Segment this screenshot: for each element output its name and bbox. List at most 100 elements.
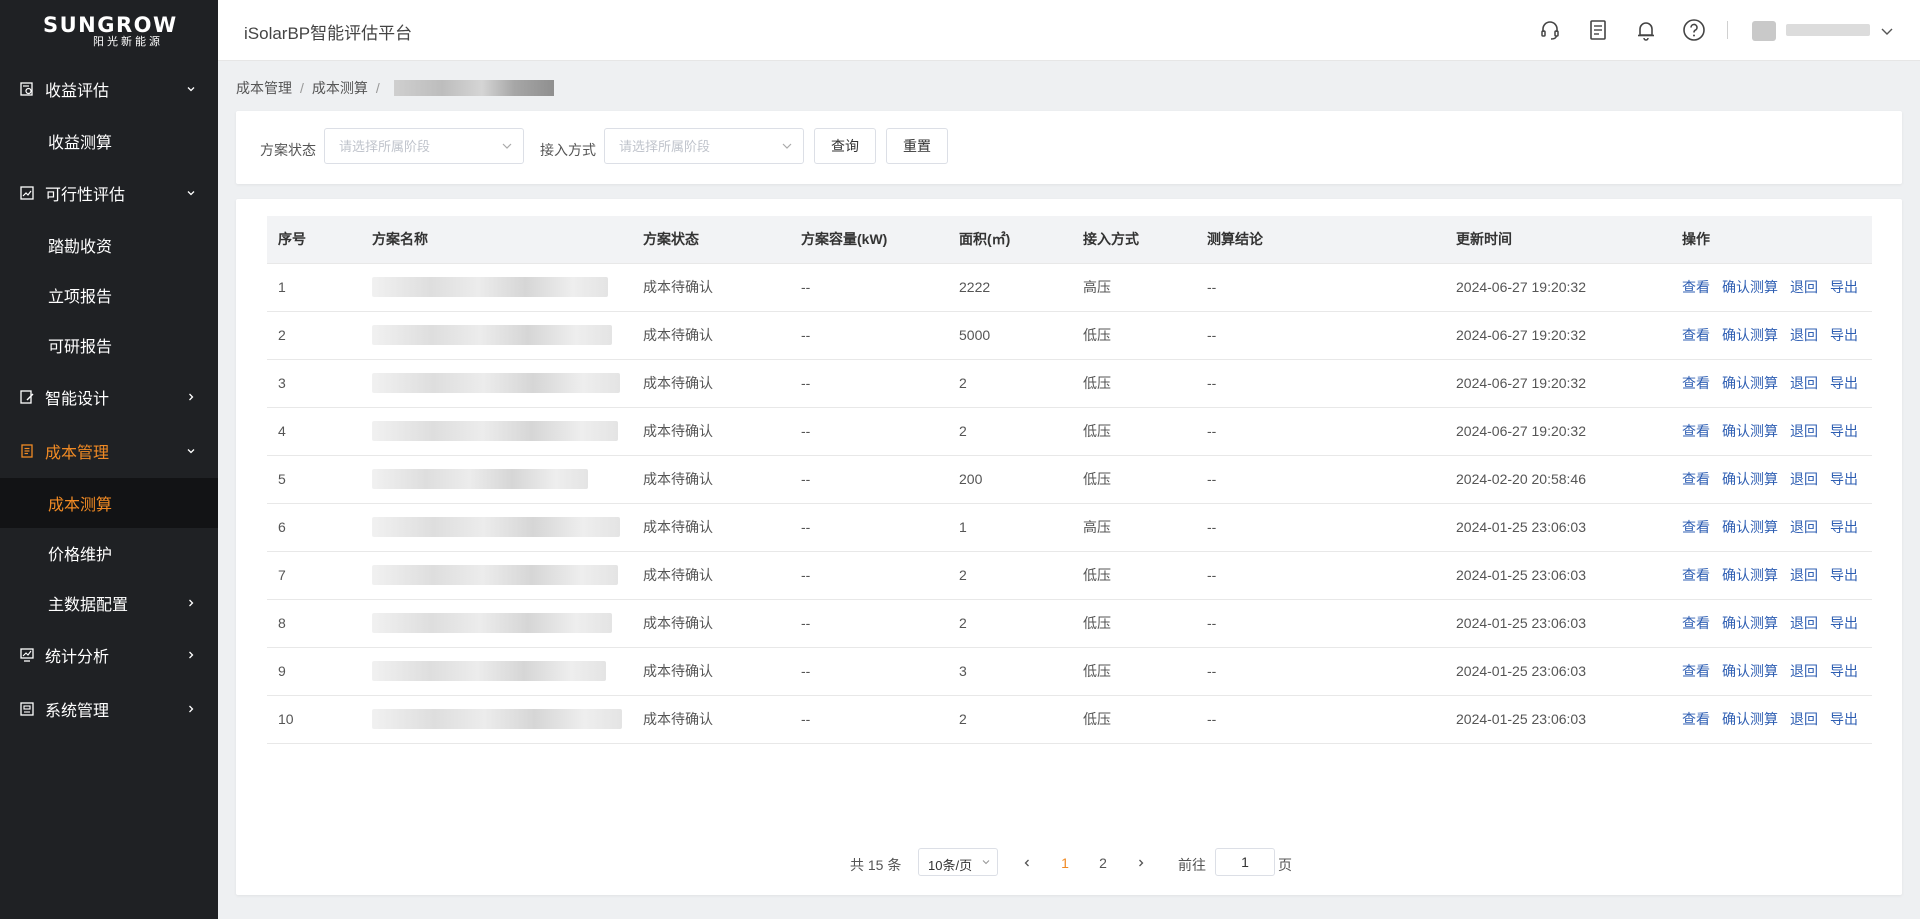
bell-icon[interactable] [1634,18,1658,42]
sidebar-item-statistics[interactable]: 统计分析 [0,628,218,682]
plan-name-redacted [372,277,608,297]
chevron-down-icon[interactable] [1880,24,1894,38]
confirm-calc-link[interactable]: 确认测算 [1722,663,1778,679]
cell-updated: 2024-01-25 23:06:03 [1445,599,1671,648]
next-page-button[interactable] [1130,852,1152,874]
cell-access: 低压 [1072,647,1196,696]
view-link[interactable]: 查看 [1682,519,1710,535]
help-icon[interactable] [1682,18,1706,42]
cell-conclusion: -- [1196,599,1445,648]
return-link[interactable]: 退回 [1790,519,1818,535]
breadcrumb-item-cost-management[interactable]: 成本管理 [236,78,292,98]
cell-plan-status: 成本待确认 [632,551,790,600]
cell-updated: 2024-01-25 23:06:03 [1445,647,1671,696]
confirm-calc-link[interactable]: 确认测算 [1722,615,1778,631]
export-link[interactable]: 导出 [1830,615,1858,631]
confirm-calc-link[interactable]: 确认测算 [1722,711,1778,727]
sidebar-item-master-data[interactable]: 主数据配置 [0,578,218,628]
access-select[interactable] [604,128,804,164]
chevron-left-icon [1024,859,1029,867]
sidebar-item-system[interactable]: 系统管理 [0,682,218,736]
status-select[interactable] [324,128,524,164]
export-link[interactable]: 导出 [1830,711,1858,727]
view-link[interactable]: 查看 [1682,615,1710,631]
return-link[interactable]: 退回 [1790,663,1818,679]
goto-page-field[interactable] [1215,848,1275,876]
page-2-button[interactable]: 2 [1092,852,1114,874]
view-link[interactable]: 查看 [1682,327,1710,343]
cell-actions: 查看 确认测算 退回 导出 [1671,311,1872,360]
search-button[interactable]: 查询 [814,128,876,164]
access-select-input[interactable] [605,129,803,163]
avatar[interactable] [1752,21,1776,41]
view-link[interactable]: 查看 [1682,423,1710,439]
sidebar-item-cost-management[interactable]: 成本管理 [0,424,218,478]
view-link[interactable]: 查看 [1682,375,1710,391]
confirm-calc-link[interactable]: 确认测算 [1722,471,1778,487]
table-row: 5 成本待确认 -- 200 低压 -- 2024-02-20 20:58:46 查看 确认测算… [267,455,1872,504]
return-link[interactable]: 退回 [1790,375,1818,391]
confirm-calc-link[interactable]: 确认测算 [1722,423,1778,439]
view-link[interactable]: 查看 [1682,711,1710,727]
view-link[interactable]: 查看 [1682,567,1710,583]
chevron-down-icon [782,143,792,149]
breadcrumb-item-cost-calc[interactable]: 成本测算 [312,78,368,98]
goto-page-input[interactable] [1216,849,1274,875]
return-link[interactable]: 退回 [1790,567,1818,583]
cell-area: 2 [948,359,1072,408]
confirm-calc-link[interactable]: 确认测算 [1722,567,1778,583]
cell-area: 5000 [948,311,1072,360]
cell-updated: 2024-01-25 23:06:03 [1445,695,1671,744]
username-redacted[interactable] [1786,24,1870,36]
chevron-right-icon [189,599,194,607]
table-row: 7 成本待确认 -- 2 低压 -- 2024-01-25 23:06:03 查看 确认测算 退回… [267,551,1872,600]
export-link[interactable]: 导出 [1830,519,1858,535]
cell-conclusion: -- [1196,503,1445,552]
cell-capacity: -- [790,263,948,312]
sidebar-item-price-maintenance[interactable]: 价格维护 [0,528,218,578]
table-row: 10 成本待确认 -- 2 低压 -- 2024-01-25 23:06:03 查看 确认测算退… [267,695,1872,744]
headset-icon[interactable] [1538,18,1562,42]
cell-plan-name [361,647,632,696]
return-link[interactable]: 退回 [1790,327,1818,343]
confirm-calc-link[interactable]: 确认测算 [1722,519,1778,535]
brand-name: SUNGROW [43,13,178,37]
status-select-input[interactable] [325,129,523,163]
return-link[interactable]: 退回 [1790,615,1818,631]
view-link[interactable]: 查看 [1682,279,1710,295]
view-link[interactable]: 查看 [1682,471,1710,487]
document-icon[interactable] [1586,18,1610,42]
prev-page-button[interactable] [1016,852,1038,874]
sidebar-item-survey[interactable]: 踏勘收资 [0,220,218,270]
sidebar-item-feasibility[interactable]: 可行性评估 [0,166,218,220]
page-1-button[interactable]: 1 [1054,852,1076,874]
cell-conclusion: -- [1196,551,1445,600]
confirm-calc-link[interactable]: 确认测算 [1722,327,1778,343]
sidebar-item-cost-calc[interactable]: 成本测算 [0,478,218,528]
cell-plan-name [361,551,632,600]
confirm-calc-link[interactable]: 确认测算 [1722,375,1778,391]
sidebar-item-label: 踏勘收资 [48,239,113,256]
reset-button[interactable]: 重置 [886,128,948,164]
export-link[interactable]: 导出 [1830,327,1858,343]
sidebar-item-revenue-calc[interactable]: 收益测算 [0,116,218,166]
export-link[interactable]: 导出 [1830,471,1858,487]
view-link[interactable]: 查看 [1682,663,1710,679]
export-link[interactable]: 导出 [1830,279,1858,295]
monitor-chart-icon [19,647,35,663]
export-link[interactable]: 导出 [1830,423,1858,439]
confirm-calc-link[interactable]: 确认测算 [1722,279,1778,295]
sidebar-item-project-report[interactable]: 立项报告 [0,270,218,320]
cell-conclusion: -- [1196,263,1445,312]
return-link[interactable]: 退回 [1790,279,1818,295]
export-link[interactable]: 导出 [1830,375,1858,391]
export-link[interactable]: 导出 [1830,567,1858,583]
page-size-select[interactable]: 10条/页 [918,848,998,876]
sidebar-item-feasibility-report[interactable]: 可研报告 [0,320,218,370]
export-link[interactable]: 导出 [1830,663,1858,679]
return-link[interactable]: 退回 [1790,423,1818,439]
return-link[interactable]: 退回 [1790,711,1818,727]
return-link[interactable]: 退回 [1790,471,1818,487]
sidebar-item-revenue-eval[interactable]: 收益评估 [0,62,218,116]
sidebar-item-smart-design[interactable]: 智能设计 [0,370,218,424]
